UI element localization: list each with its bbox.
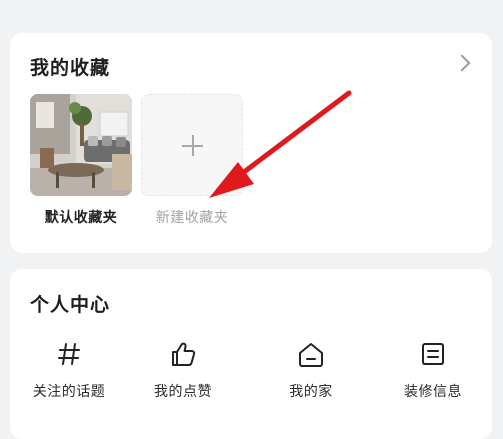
red-arrow-annotation [209, 90, 352, 198]
